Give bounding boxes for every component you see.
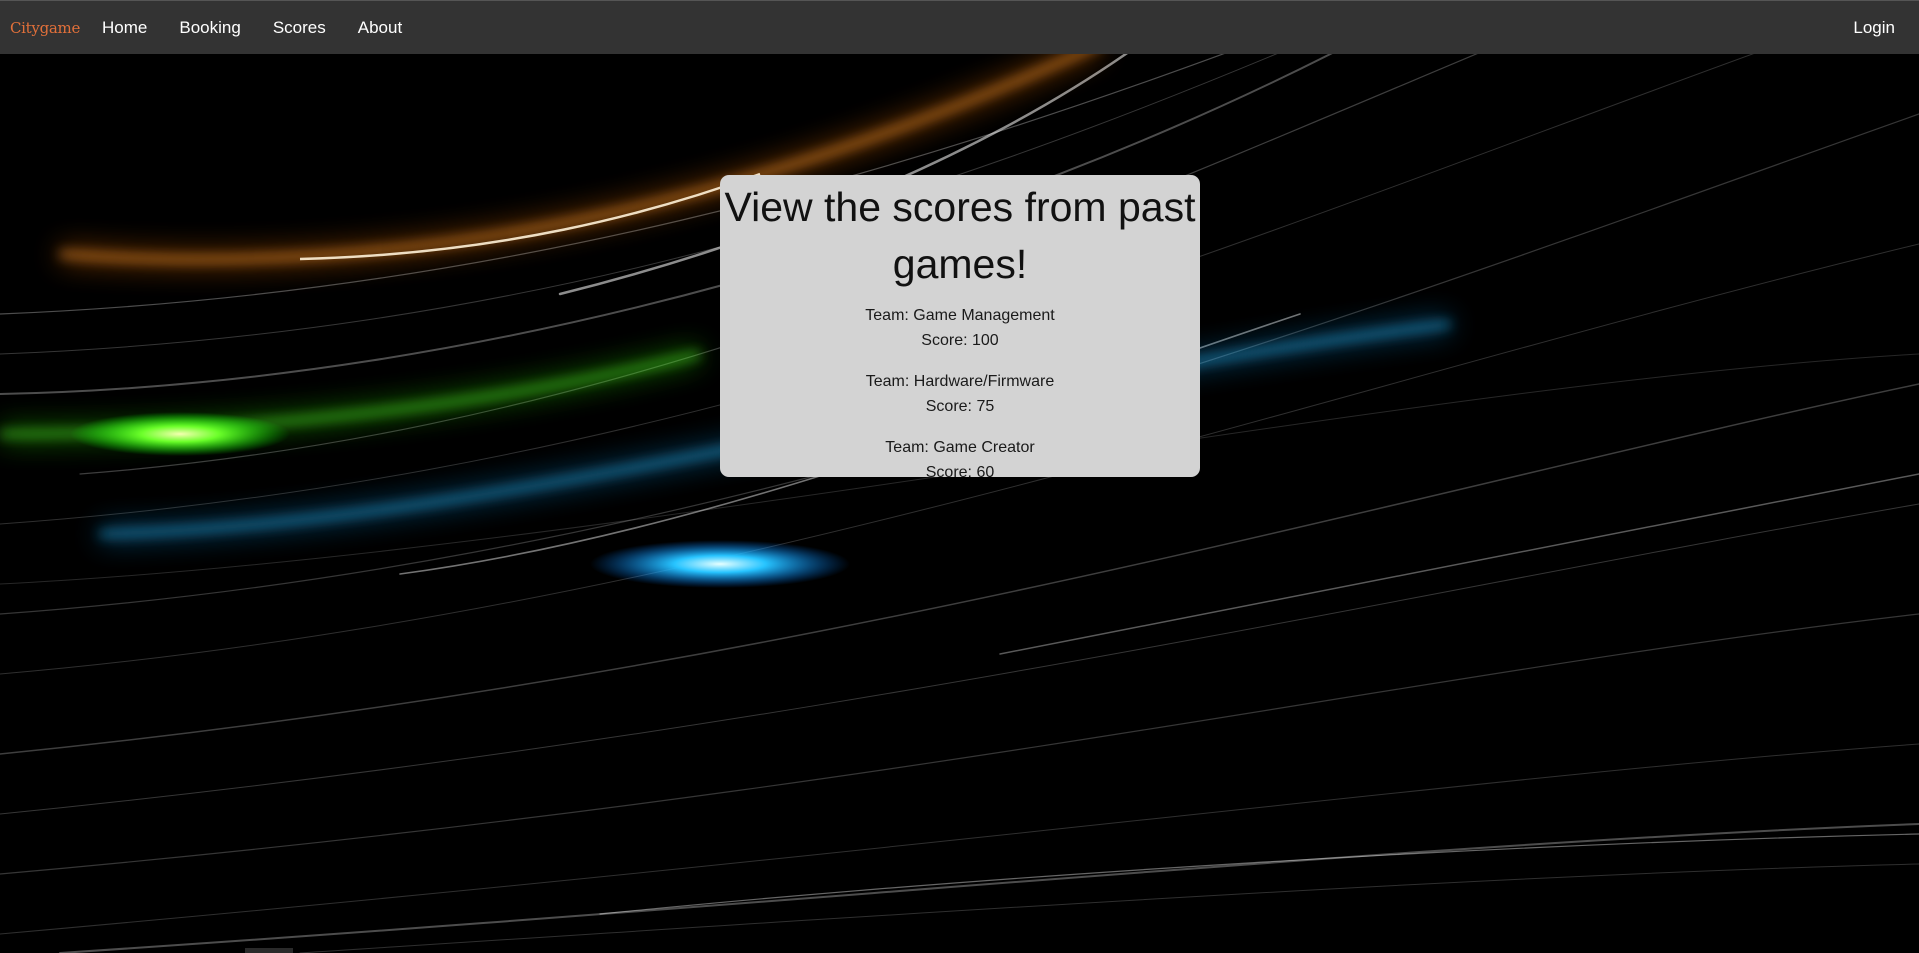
nav-home-link[interactable]: Home — [102, 18, 147, 38]
brand-logo[interactable]: Citygame — [10, 19, 80, 37]
team-score: Score: 75 — [925, 398, 995, 415]
horizontal-scrollbar[interactable] — [245, 948, 293, 953]
nav-scores-link[interactable]: Scores — [273, 18, 326, 38]
top-navbar: Citygame Home Booking Scores About Login — [0, 0, 1919, 54]
score-entry: Team: Game Creator Score: 60 — [720, 435, 1200, 485]
page: Citygame Home Booking Scores About Login… — [0, 0, 1919, 953]
page-title: View the scores from past games! — [724, 184, 1196, 287]
team-score: Score: 100 — [921, 332, 999, 349]
score-entry: Team: Game Management Score: 100 — [720, 303, 1200, 353]
nav-about-link[interactable]: About — [358, 18, 402, 38]
team-score: Score: 60 — [925, 464, 995, 481]
nav-booking-link[interactable]: Booking — [179, 18, 240, 38]
login-link[interactable]: Login — [1853, 18, 1895, 38]
scores-card: View the scores from past games! Team: G… — [720, 175, 1200, 481]
team-name: Team: Game Creator — [885, 439, 1035, 456]
score-entry: Team: Hardware/Firmware Score: 75 — [720, 369, 1200, 419]
team-name: Team: Game Management — [865, 307, 1055, 324]
team-name: Team: Hardware/Firmware — [865, 373, 1055, 390]
